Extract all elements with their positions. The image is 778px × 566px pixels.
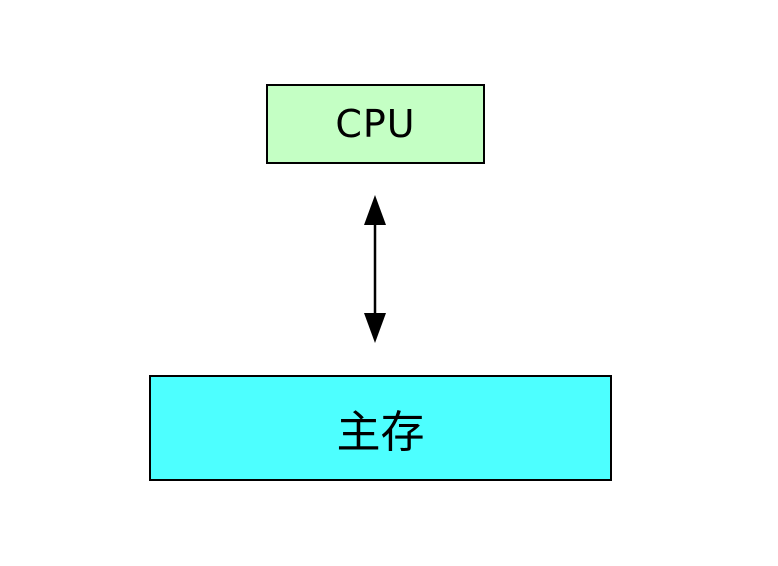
bidirectional-arrow — [364, 195, 386, 343]
main-memory-box: 主存 — [149, 375, 612, 481]
cpu-label: CPU — [335, 102, 416, 146]
arrow-head-up — [364, 195, 386, 225]
cpu-box: CPU — [266, 84, 485, 164]
arrow-head-down — [364, 313, 386, 343]
main-memory-label: 主存 — [336, 407, 425, 458]
